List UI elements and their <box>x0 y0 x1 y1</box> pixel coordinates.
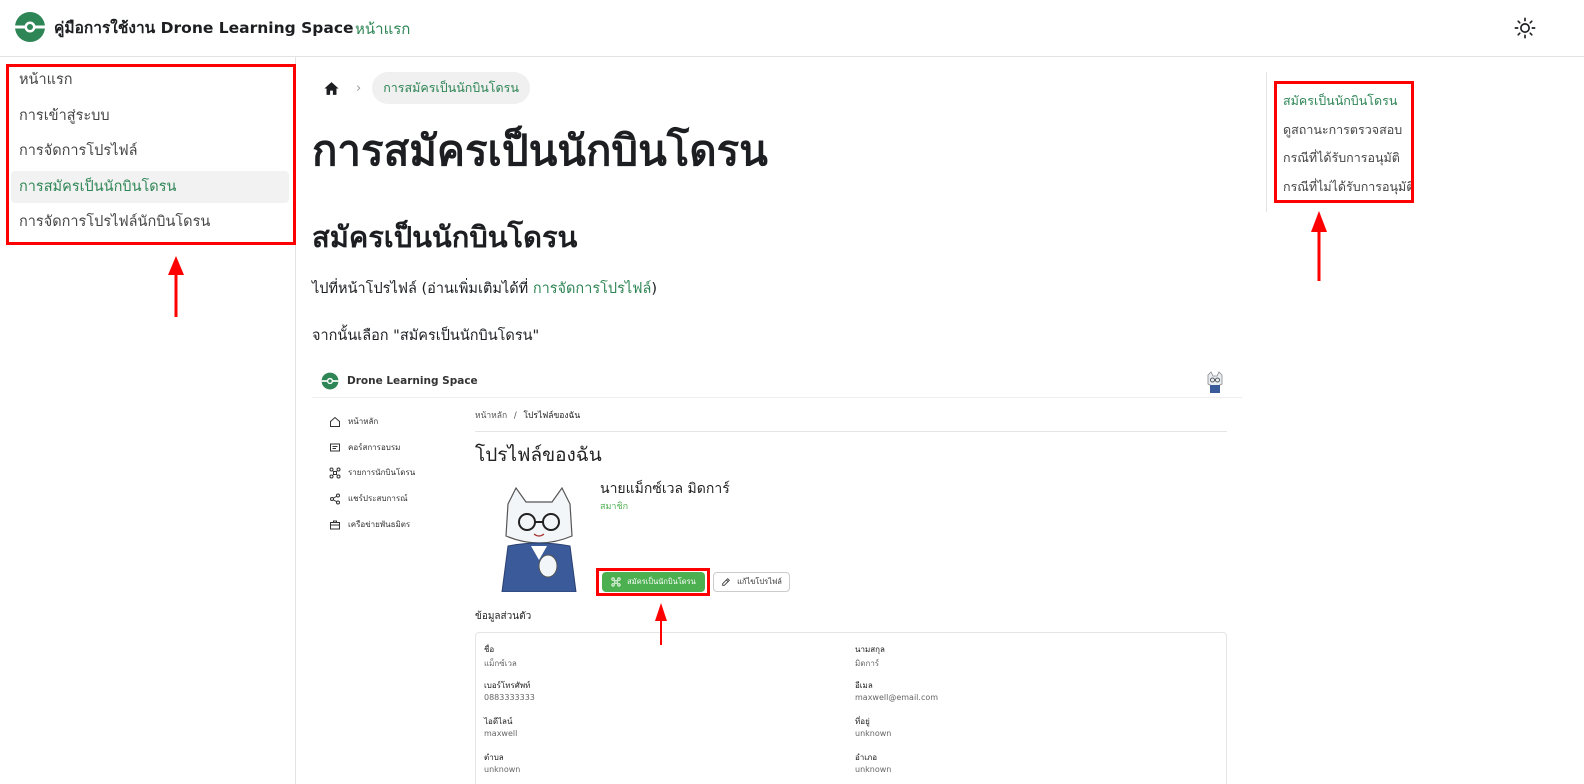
chevron-right-icon: › <box>356 80 362 96</box>
shot-field-value: unknown <box>855 729 892 738</box>
nav-home-link[interactable]: หน้าแรก <box>355 17 410 41</box>
paragraph-text: ไปที่หน้าโปรไฟล์ (อ่านเพิ่มเติมได้ที่ <box>312 281 533 297</box>
shot-field-label: ที่อยู่ <box>855 717 870 726</box>
section-heading: สมัครเป็นนักบินโดรน <box>312 220 578 254</box>
share-icon <box>330 493 340 504</box>
shot-field-label: ตำบล <box>484 753 504 762</box>
shot-divider <box>475 431 1227 432</box>
home-icon <box>323 81 339 95</box>
profile-link[interactable]: การจัดการโปรไฟล์ <box>533 281 652 297</box>
shot-field-value: unknown <box>484 765 521 774</box>
shot-menu-partners: เครือข่ายพันธมิตร <box>329 518 410 531</box>
shot-menu-share: แชร์ประสบการณ์ <box>329 492 408 505</box>
breadcrumb-current: การสมัครเป็นนักบินโดรน <box>372 72 530 104</box>
shot-page-title: โปรไฟล์ของฉัน <box>475 444 602 466</box>
drone-icon <box>329 467 341 478</box>
shot-field-value: 0883333333 <box>484 693 535 702</box>
shot-field-label: อำเภอ <box>855 753 878 762</box>
shot-menu-course: คอร์สการอบรม <box>329 441 400 454</box>
shot-field-label: ชื่อ <box>484 645 495 654</box>
course-icon <box>330 443 340 451</box>
arrow-up-icon <box>1311 211 1327 281</box>
shot-breadcrumb-home: หน้าหลัก <box>475 411 508 421</box>
paragraph-profile: ไปที่หน้าโปรไฟล์ (อ่านเพิ่มเติมได้ที่ กา… <box>312 277 657 300</box>
shot-menu-label: แชร์ประสบการณ์ <box>348 494 408 503</box>
theme-toggle-button[interactable] <box>1510 13 1540 43</box>
shot-menu-label: คอร์สการอบรม <box>348 443 401 452</box>
shot-field-label: ไอดีไลน์ <box>484 717 513 726</box>
home-icon <box>330 416 340 427</box>
shot-menu-label: หน้าหลัก <box>348 417 379 426</box>
shot-info-card: ชื่อ แม็กซ์เวล นามสกุล มิดการ์ เบอร์โทรศ… <box>475 632 1227 784</box>
annotation-box-sidebar <box>6 64 296 245</box>
sun-icon <box>1514 17 1536 39</box>
breadcrumb: › การสมัครเป็นนักบินโดรน <box>320 72 530 104</box>
shot-field-value: มิดการ์ <box>855 659 880 668</box>
edit-icon <box>722 578 731 586</box>
embedded-screenshot: Drone Learning Space หน้าหลัก คอร์สการอบ… <box>312 362 1242 784</box>
site-title: คู่มือการใช้งาน Drone Learning Space <box>54 18 354 37</box>
shot-field-value: unknown <box>855 765 892 774</box>
shot-menu-home: หน้าหลัก <box>329 415 378 428</box>
navbar: คู่มือการใช้งาน Drone Learning Space หน้… <box>0 0 1584 57</box>
paragraph-text-end: ) <box>651 281 658 297</box>
shot-menu-pilots: รายการนักบินโดรน <box>329 466 415 479</box>
shot-field-value: maxwell <box>484 729 518 738</box>
breadcrumb-home[interactable] <box>320 77 342 99</box>
brand[interactable]: คู่มือการใช้งาน Drone Learning Space <box>14 11 354 43</box>
shot-brand-text: Drone Learning Space <box>347 375 478 387</box>
shot-breadcrumb: หน้าหลัก / โปรไฟล์ของฉัน <box>475 408 580 422</box>
shot-field-label: อีเมล <box>855 681 873 690</box>
shot-field-label: นามสกุล <box>855 645 885 654</box>
shot-header: Drone Learning Space <box>312 362 1242 398</box>
annotation-box-toc <box>1274 81 1414 203</box>
shot-breadcrumb-sep: / <box>513 411 517 421</box>
briefcase-icon <box>330 520 340 529</box>
toc-divider <box>1266 72 1267 212</box>
drone-logo-icon <box>321 372 339 390</box>
shot-user-role: สมาชิก <box>600 502 629 512</box>
shot-field-label: เบอร์โทรศัพท์ <box>484 681 531 690</box>
cat-avatar-icon <box>1207 371 1223 393</box>
shot-edit-profile-button: แก้ไขโปรไฟล์ <box>713 572 790 592</box>
shot-field-value: maxwell@email.com <box>855 693 939 702</box>
shot-breadcrumb-current: โปรไฟล์ของฉัน <box>523 411 581 421</box>
shot-menu-label: เครือข่ายพันธมิตร <box>348 520 411 529</box>
shot-section-title: ข้อมูลส่วนตัว <box>475 611 532 622</box>
paragraph-select: จากนั้นเลือก "สมัครเป็นนักบินโดรน" <box>312 328 540 344</box>
page-title: การสมัครเป็นนักบินโดรน <box>312 126 768 175</box>
shot-edit-profile-label: แก้ไขโปรไฟล์ <box>737 577 782 586</box>
annotation-box-button <box>596 568 710 596</box>
drone-logo-icon <box>15 12 45 42</box>
shot-brand: Drone Learning Space <box>321 372 478 390</box>
shot-menu-label: รายการนักบินโดรน <box>348 468 416 477</box>
shot-user-name: นายแม็กซ์เวล มิดการ์ <box>600 481 730 497</box>
shot-field-value: แม็กซ์เวล <box>484 659 517 668</box>
cat-avatar-icon <box>501 486 577 592</box>
